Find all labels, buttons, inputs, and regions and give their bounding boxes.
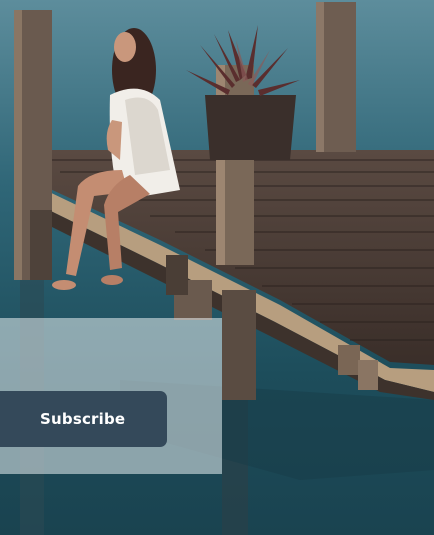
- plant-pot: [205, 95, 296, 160]
- piling: [30, 210, 52, 280]
- piling: [338, 345, 360, 375]
- subscribe-button[interactable]: Subscribe: [0, 391, 167, 447]
- subscribe-button-label: Subscribe: [40, 410, 126, 428]
- piling: [358, 360, 378, 390]
- piling: [222, 290, 256, 400]
- piling-highlight: [316, 2, 324, 152]
- piling-highlight: [14, 10, 22, 280]
- piling: [166, 255, 188, 295]
